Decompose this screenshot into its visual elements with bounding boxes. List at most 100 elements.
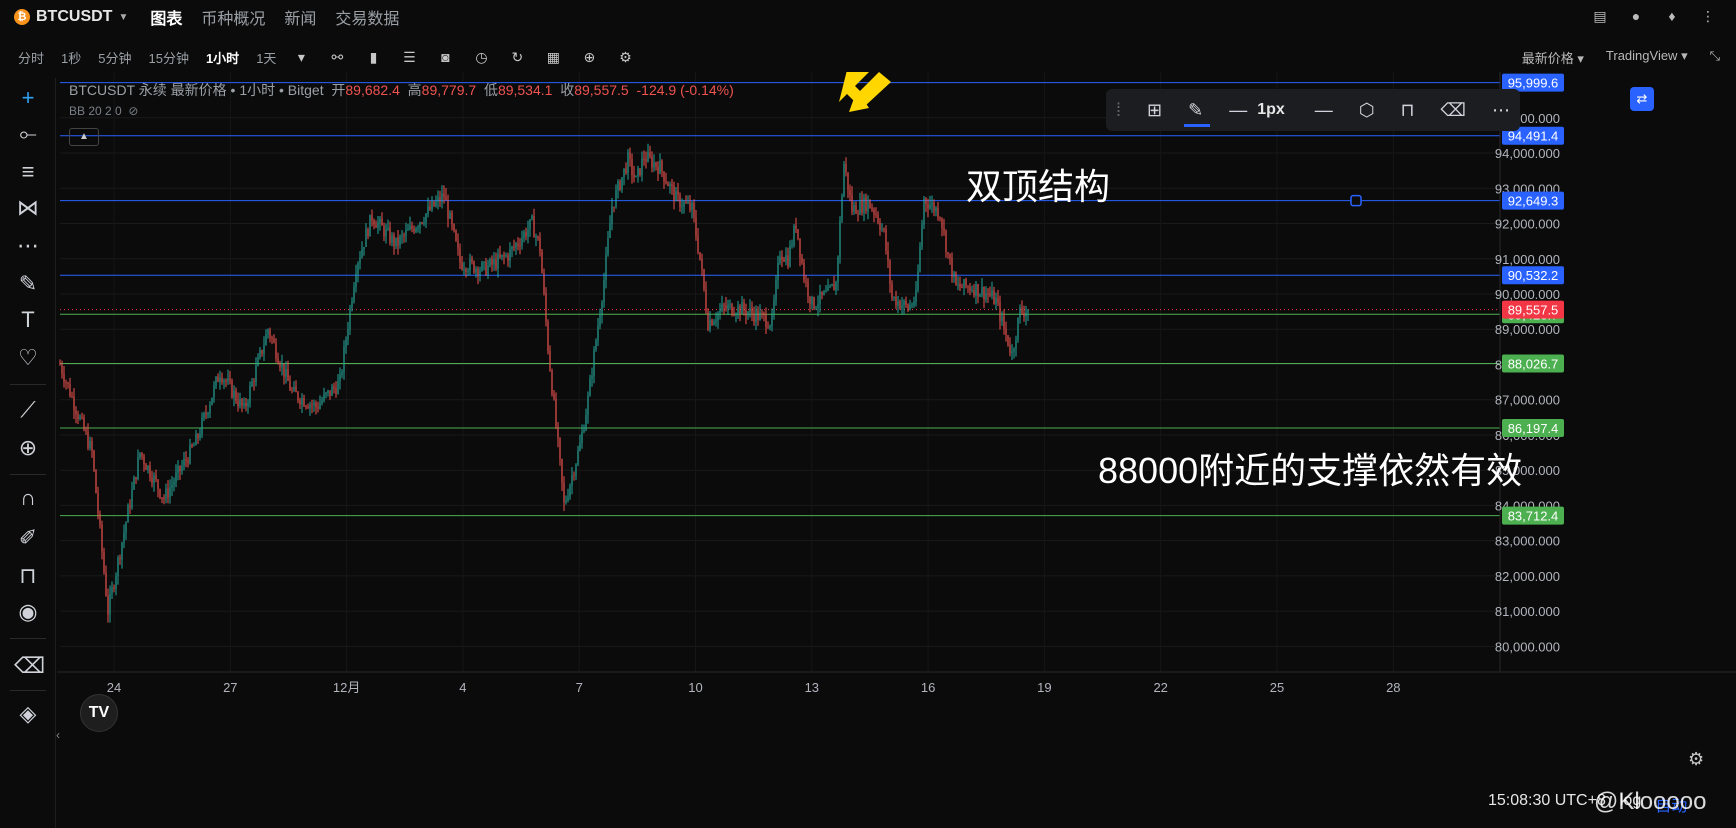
heart-icon[interactable]: ♡ — [14, 344, 42, 372]
timeframe-1d[interactable]: 1天 — [256, 48, 276, 67]
timeframe-dropdown-icon[interactable]: ▾ — [293, 49, 309, 66]
candle-body — [203, 413, 205, 418]
layers-icon[interactable]: ◈ — [14, 700, 42, 728]
candle-body — [691, 202, 693, 210]
candle-body — [69, 384, 71, 397]
candle-body — [129, 505, 131, 508]
crosshair-icon[interactable]: + — [14, 84, 42, 112]
candle-body — [411, 225, 413, 229]
candle-body — [609, 224, 611, 239]
timeframe-1h[interactable]: 1小时 — [206, 48, 239, 67]
templates-icon[interactable]: ⊞ — [1147, 100, 1162, 121]
candle-body — [971, 289, 973, 291]
line-width-button[interactable]: 1px — [1257, 101, 1285, 119]
eye-off-icon[interactable]: ⊘ — [125, 104, 138, 118]
tab-trading-data[interactable]: 交易数据 — [335, 5, 399, 29]
settings-gear-icon[interactable]: ⚙ — [617, 49, 633, 66]
alert-bell-icon[interactable]: ♦ — [1664, 8, 1680, 24]
scroll-to-realtime-button[interactable]: ⇄ — [1630, 87, 1654, 111]
candle-body — [801, 257, 803, 263]
line-type-icon[interactable]: — — [1315, 100, 1333, 121]
fib-icon[interactable]: ⋯ — [14, 232, 42, 260]
ruler-icon[interactable]: ⟋ — [14, 396, 42, 424]
candle-body — [521, 238, 523, 246]
lock-drawing-icon[interactable]: ✐ — [14, 524, 42, 552]
candle-body — [619, 181, 621, 190]
tab-chart[interactable]: 图表 — [150, 5, 182, 29]
trash-icon[interactable]: ⌫ — [14, 652, 45, 680]
candle-body — [601, 302, 603, 316]
pen-color-icon[interactable]: ✎ — [1184, 100, 1211, 127]
timeframe-15m[interactable]: 15分钟 — [148, 48, 188, 67]
parallel-lines-icon[interactable]: ≡ — [14, 158, 42, 186]
chevron-down-icon[interactable]: ▼ — [118, 12, 128, 23]
text-tool-icon[interactable]: T — [14, 306, 42, 334]
candle-body — [393, 235, 395, 247]
candle-body — [641, 158, 643, 176]
user-icon[interactable]: ● — [1628, 8, 1644, 24]
candle-body — [213, 385, 215, 398]
tab-news[interactable]: 新闻 — [284, 5, 316, 29]
candle-body — [953, 272, 955, 278]
candle-body — [167, 488, 169, 498]
provider-select[interactable]: TradingView ▾ — [1606, 48, 1688, 67]
trend-line-icon[interactable]: ⟜ — [14, 120, 42, 148]
symbol-selector[interactable]: BTCUSDT — [36, 8, 112, 26]
candle-body — [211, 397, 213, 405]
candle-body — [75, 410, 77, 415]
candle-body — [615, 190, 617, 207]
candle-body — [573, 475, 575, 477]
collapse-left-icon[interactable]: ‹ — [56, 728, 60, 742]
axis-settings-icon[interactable]: ⚙ — [1688, 749, 1704, 770]
lock-icon[interactable]: ⊓ — [14, 562, 42, 590]
candle-body — [511, 246, 513, 250]
magnet-icon[interactable]: ∩ — [14, 484, 42, 512]
candle-body — [249, 386, 251, 403]
close-label: 收 — [560, 82, 575, 98]
legend-collapse-button[interactable]: ▲ — [69, 128, 99, 146]
replay-icon[interactable]: ↻ — [509, 49, 525, 66]
candle-body — [699, 252, 701, 260]
brush-icon[interactable]: ✎ — [14, 270, 42, 298]
timeframe-5m[interactable]: 5分钟 — [98, 48, 131, 67]
add-icon[interactable]: ⊕ — [581, 49, 597, 66]
candle-body — [587, 395, 589, 415]
more-icon[interactable]: ⋯ — [1492, 100, 1510, 121]
candle-body — [955, 272, 957, 285]
calendar-icon[interactable]: ▦ — [545, 49, 561, 66]
indicators-icon[interactable]: ⚯ — [329, 49, 345, 66]
candle-body — [685, 202, 687, 204]
candle-body — [135, 477, 137, 480]
layout-icon[interactable]: ☰ — [401, 49, 417, 66]
indicator-legend: BB 20 2 0 ⊘ — [69, 104, 138, 118]
line-style-icon[interactable]: — — [1229, 100, 1247, 121]
unlock-icon[interactable]: ⊓ — [1401, 100, 1415, 121]
price-tick-label: 89,000.000 — [1495, 322, 1560, 337]
tab-overview[interactable]: 币种概况 — [201, 5, 265, 29]
candle-body — [237, 400, 239, 406]
candle-body — [921, 224, 923, 247]
drag-handle-icon[interactable]: ⁞ — [1116, 100, 1121, 121]
eye-icon[interactable]: ◉ — [14, 598, 42, 626]
collapse-icon[interactable]: ⤡ — [1710, 48, 1720, 67]
notes-icon[interactable]: ▤ — [1592, 8, 1608, 24]
camera-icon[interactable]: ◙ — [437, 49, 453, 65]
candle-type-icon[interactable]: ▮ — [365, 49, 381, 66]
candle-body — [565, 500, 567, 503]
settings-hex-icon[interactable]: ⬡ — [1359, 100, 1375, 121]
sidebar-divider — [10, 384, 46, 385]
candle-body — [741, 302, 743, 314]
candle-body — [909, 305, 911, 310]
zoom-in-icon[interactable]: ⊕ — [14, 434, 42, 462]
timeframe-tick[interactable]: 分时 — [18, 48, 44, 67]
alarm-icon[interactable]: ◷ — [473, 49, 489, 66]
timeframe-1s[interactable]: 1秒 — [61, 48, 81, 67]
more-vertical-icon[interactable]: ⋮ — [1700, 8, 1716, 24]
pattern-icon[interactable]: ⋈ — [14, 194, 42, 222]
price-type-select[interactable]: 最新价格 ▾ — [1522, 48, 1584, 67]
candle-body — [487, 265, 489, 275]
delete-icon[interactable]: ⌫ — [1441, 100, 1466, 121]
ohlc-legend: BTCUSDT 永续 最新价格 • 1小时 • Bitget 开89,682.4… — [69, 80, 734, 100]
candle-body — [987, 293, 989, 295]
price-tick-label: 94,000.000 — [1495, 146, 1560, 161]
